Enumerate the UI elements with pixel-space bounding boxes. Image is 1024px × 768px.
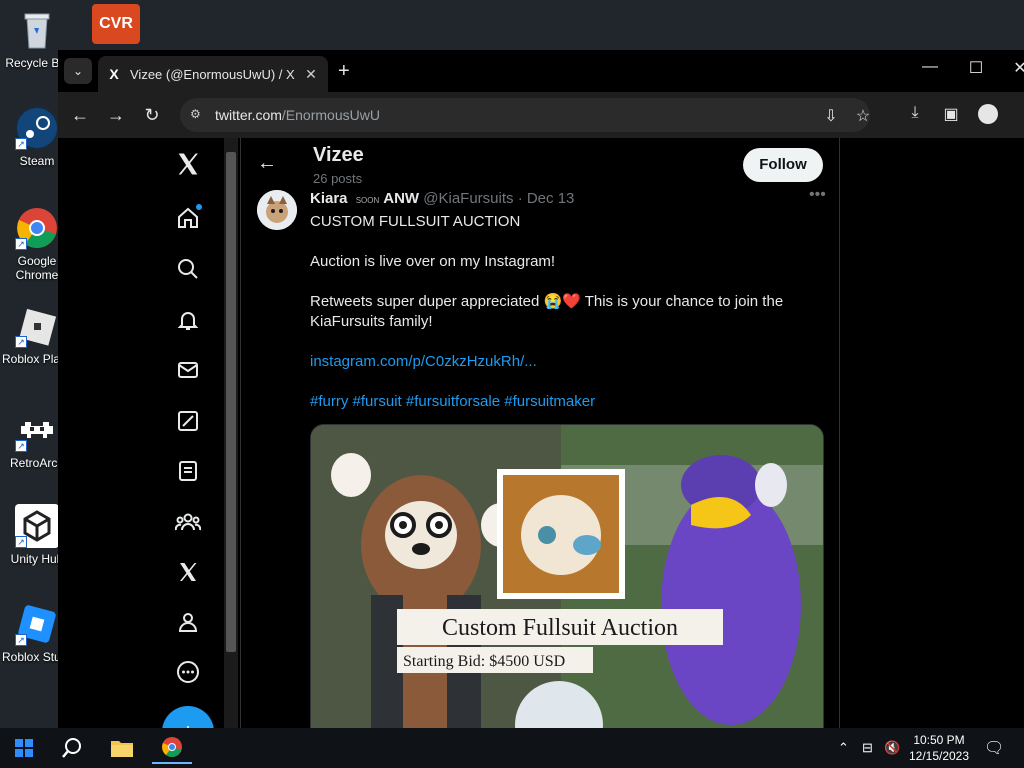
retroarch-icon: ↗ [15,408,59,452]
lists-icon[interactable] [170,453,206,489]
notification-center-icon[interactable]: 🗨 [984,738,1004,758]
chrome-taskbar-button[interactable] [152,732,192,764]
toolbar: ← → ↻ ⚙ twitter.com/EnormousUwU ⇩ ☆ ⤓ ▣ [58,92,1024,138]
active-tab[interactable]: X Vizee (@EnormousUwU) / X ✕ [98,56,328,92]
chrome-browser-window: ⌄ X Vizee (@EnormousUwU) / X ✕ + — ☐ ✕ ←… [58,50,1024,748]
system-clock[interactable]: 10:50 PM 12/15/2023 [904,732,974,764]
roblox-studio-icon: ↗ [15,602,59,646]
steam-icon: ↗ [15,106,59,150]
shortcut-arrow-icon: ↗ [15,634,27,646]
tweet-line: Retweets super duper appreciated 😭❤️ Thi… [310,293,784,330]
notification-dot [196,204,202,210]
follow-button[interactable]: Follow [743,148,823,182]
chevron-down-icon: ⌄ [72,64,84,78]
tweet-media-image[interactable]: Custom Fullsuit Auction Starting Bid: $4… [310,424,824,744]
start-button[interactable] [4,732,44,764]
media-subtitle: Starting Bid: $4500 USD [403,653,565,670]
notifications-bell-icon[interactable] [170,302,206,338]
tweet-more-icon[interactable]: ••• [809,186,826,204]
show-hidden-icons-chevron-up-icon[interactable]: ⌃ [838,740,849,756]
tab-bar: ⌄ X Vizee (@EnormousUwU) / X ✕ + — ☐ ✕ [58,50,1024,92]
x-profile-page: + ← Vizee 26 posts Follow Kiara SOONANW … [58,138,1024,748]
clock-time: 10:50 PM [913,733,965,747]
search-button[interactable] [52,732,92,764]
profile-person-icon[interactable] [170,604,206,640]
shortcut-arrow-icon: ↗ [15,336,27,348]
windows-logo-icon [15,739,33,757]
site-info-icon[interactable]: ⚙ [190,107,206,123]
tab-title: Vizee (@EnormousUwU) / X [130,66,295,82]
communities-icon[interactable] [170,504,206,540]
new-tab-button[interactable]: + [338,60,350,83]
tweet-date[interactable]: · Dec 13 [518,190,575,207]
tweet-line: CUSTOM FULLSUIT AUCTION [310,213,521,230]
back-button[interactable]: ← [68,104,92,128]
media-title: Custom Fullsuit Auction [442,615,678,641]
tweet-display-name[interactable]: Kiara [310,190,348,207]
x-sidebar-nav [158,138,218,748]
reload-button[interactable]: ↻ [140,104,164,128]
roblox-icon: ↗ [15,304,59,348]
install-app-icon[interactable]: ⇩ [820,106,842,126]
main-column: ← Vizee 26 posts Follow Kiara SOON ANW @K… [240,138,840,748]
shortcut-arrow-icon: ↗ [15,536,27,548]
forward-button[interactable]: → [104,104,128,128]
home-icon[interactable] [170,200,206,236]
soon-badge: SOON [355,196,380,205]
url-text: twitter.com/EnormousUwU [215,107,380,123]
desktop-icon-cvr[interactable]: CVR [88,4,144,48]
file-explorer-button[interactable] [102,732,142,764]
shortcut-arrow-icon: ↗ [15,138,27,150]
grok-icon[interactable] [170,403,206,439]
folder-icon [111,741,133,757]
network-icon[interactable]: ⊟ [862,740,873,756]
tweet-handle[interactable]: @KiaFursuits [423,190,513,207]
tweet-header: Kiara SOON ANW @KiaFursuits · Dec 13 [310,190,825,210]
recycle-bin-icon [15,8,59,52]
premium-x-icon[interactable] [170,554,206,590]
more-options-icon[interactable] [170,654,206,690]
x-home-logo-icon[interactable] [170,146,206,182]
chrome-icon [162,737,182,757]
messages-envelope-icon[interactable] [170,352,206,388]
explore-search-icon[interactable] [170,251,206,287]
chrome-icon: ↗ [15,206,59,250]
profile-header: ← Vizee 26 posts Follow [241,138,839,190]
post-count: 26 posts [313,171,363,186]
maximize-button[interactable]: ☐ [956,58,996,78]
tweet-line: Auction is live over on my Instagram! [310,253,556,270]
cvr-icon: CVR [92,4,140,44]
unity-icon: ↗ [15,504,59,548]
address-bar[interactable]: ⚙ twitter.com/EnormousUwU ⇩ ☆ [180,98,870,132]
tweet-hashtags[interactable]: #furry #fursuit #fursuitforsale #fursuit… [310,393,595,410]
minimize-button[interactable]: — [910,58,950,76]
tweet-text: CUSTOM FULLSUIT AUCTION Auction is live … [310,212,825,412]
tweet-body: Kiara SOON ANW @KiaFursuits · Dec 13 CUST… [310,190,825,432]
clock-date: 12/15/2023 [908,749,970,763]
shortcut-arrow-icon: ↗ [15,440,27,452]
x-logo-icon: X [109,66,119,82]
tab-search-button[interactable]: ⌄ [64,58,92,84]
search-icon [62,738,81,758]
tweet-name-suffix: ANW [383,190,420,207]
tweet-instagram-link[interactable]: instagram.com/p/C0zkzHzukRh/... [310,353,537,370]
downloads-icon[interactable]: ⤓ [904,104,926,122]
bookmark-star-icon[interactable]: ☆ [852,106,874,126]
side-panel-icon[interactable]: ▣ [940,104,962,124]
profile-avatar-icon[interactable] [978,104,998,124]
back-arrow-icon[interactable]: ← [257,152,277,175]
windows-taskbar: ⌃ ⊟ 🔇 10:50 PM 12/15/2023 🗨 [0,728,1024,768]
tweet-author-avatar[interactable] [257,190,297,230]
close-tab-icon[interactable]: ✕ [302,66,320,83]
scrollbar-thumb[interactable] [226,152,236,652]
volume-muted-icon[interactable]: 🔇 [884,740,900,756]
profile-name: Vizee [313,144,364,166]
shortcut-arrow-icon: ↗ [15,238,27,250]
close-window-button[interactable]: ✕ [1000,58,1024,78]
